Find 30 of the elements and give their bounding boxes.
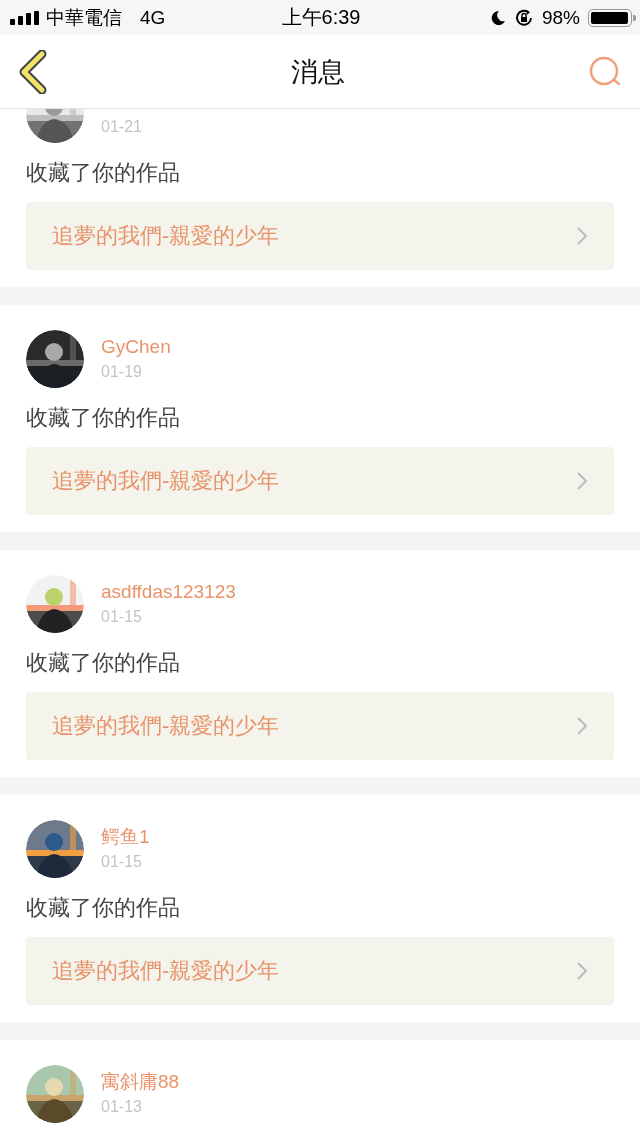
chevron-icon (576, 471, 588, 491)
clock: 上午6:39 (281, 5, 361, 30)
moon-icon (489, 9, 506, 26)
message-date: 01-21 (101, 117, 142, 137)
back-icon (18, 49, 48, 94)
chevron-icon (576, 716, 588, 736)
user-name[interactable]: 鳄鱼1 (101, 825, 150, 849)
work-link[interactable]: 追夢的我們-親愛的少年 (26, 937, 614, 1005)
action-text: 收藏了你的作品 (26, 159, 181, 187)
rotation-lock-icon (513, 7, 534, 28)
carrier-name: 中華電信 (46, 5, 122, 30)
action-text: 收藏了你的作品 (26, 894, 181, 922)
work-link[interactable]: 追夢的我們-親愛的少年 (26, 692, 614, 760)
message-date: 01-15 (101, 607, 143, 627)
user-name[interactable]: 寓斜庸88 (101, 1070, 180, 1094)
work-link[interactable]: 追夢的我們-親愛的少年 (26, 202, 614, 270)
battery-percent: 98% (541, 6, 580, 29)
message-date: 01-15 (101, 852, 143, 872)
signal-icon (10, 10, 40, 25)
network-type: 4G (140, 6, 166, 29)
message-date: 01-19 (101, 362, 143, 382)
page-title: 消息 (291, 55, 345, 89)
chevron-icon (576, 226, 588, 246)
user-name[interactable]: asdffdas123123 (101, 580, 236, 604)
message-date: 01-13 (101, 1097, 143, 1117)
user-name[interactable]: GyChen (101, 335, 171, 359)
work-link[interactable]: 追夢的我們-親愛的少年 (26, 447, 614, 515)
action-text: 收藏了你的作品 (26, 649, 181, 677)
chevron-icon (576, 961, 588, 981)
action-text: 收藏了你的作品 (26, 404, 181, 432)
